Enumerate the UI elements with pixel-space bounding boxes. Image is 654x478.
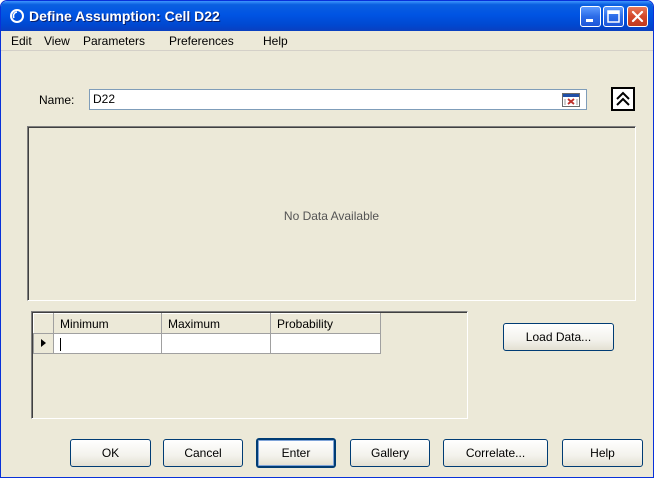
table-row (33, 333, 381, 354)
correlate-button[interactable]: Correlate... (443, 439, 548, 467)
menu-help[interactable]: Help (263, 34, 288, 48)
data-grid-panel: Minimum Maximum Probability (31, 311, 468, 419)
enter-button[interactable]: Enter (256, 438, 336, 468)
maximum-cell[interactable] (161, 333, 271, 354)
menu-parameters[interactable]: Parameters (83, 34, 145, 48)
distribution-chart-area: No Data Available (27, 126, 636, 301)
maximize-button[interactable] (603, 6, 624, 27)
collapse-button[interactable] (611, 87, 635, 111)
cell-reference-button[interactable] (558, 91, 584, 108)
menu-view[interactable]: View (44, 34, 70, 48)
define-assumption-dialog: Define Assumption: Cell D22 Edit View Pa… (0, 0, 654, 478)
grid-corner-cell (33, 313, 54, 334)
minimize-icon (586, 19, 593, 22)
name-label: Name: (39, 93, 75, 107)
help-button[interactable]: Help (562, 439, 643, 467)
ok-button[interactable]: OK (70, 439, 151, 467)
menu-bar: Edit View Parameters Preferences Help (1, 31, 653, 51)
gallery-button[interactable]: Gallery (350, 439, 430, 467)
load-data-button[interactable]: Load Data... (503, 323, 614, 351)
text-caret (60, 337, 61, 351)
maximize-icon (607, 10, 620, 23)
column-header-probability[interactable]: Probability (270, 313, 381, 334)
close-icon (631, 10, 644, 23)
crystal-ball-icon (9, 8, 25, 24)
collapse-up-icon (616, 91, 630, 106)
menu-preferences[interactable]: Preferences (169, 34, 234, 48)
probability-cell[interactable] (270, 333, 381, 354)
close-button[interactable] (627, 6, 648, 27)
no-data-message: No Data Available (283, 209, 380, 223)
menu-edit[interactable]: Edit (11, 34, 32, 48)
minimize-button[interactable] (580, 6, 601, 27)
row-pointer-icon (40, 338, 46, 347)
title-bar[interactable]: Define Assumption: Cell D22 (1, 1, 653, 31)
cell-reference-icon (562, 92, 580, 107)
data-grid[interactable]: Minimum Maximum Probability (33, 313, 381, 354)
column-header-minimum[interactable]: Minimum (53, 313, 162, 334)
minimum-cell[interactable] (53, 333, 162, 354)
row-pointer-cell (33, 333, 54, 354)
name-input[interactable]: D22 (89, 89, 587, 110)
cancel-button[interactable]: Cancel (163, 439, 243, 467)
window-title: Define Assumption: Cell D22 (29, 8, 220, 24)
column-header-maximum[interactable]: Maximum (161, 313, 271, 334)
